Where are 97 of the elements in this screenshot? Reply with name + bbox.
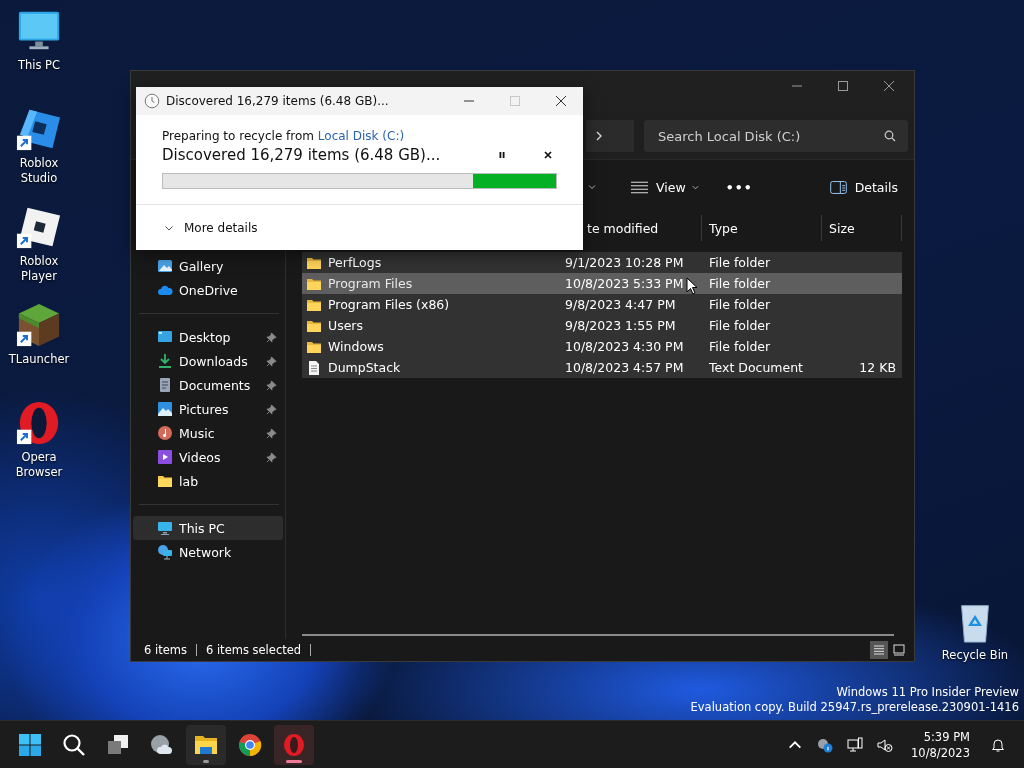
desktop-icon-label[interactable]: This PC	[17, 58, 61, 73]
monitor-icon	[157, 520, 173, 536]
maximize-icon[interactable]	[838, 81, 848, 91]
speaker-muted-icon[interactable]	[877, 736, 894, 753]
type-cell: File folder	[709, 276, 771, 291]
details-pane-button[interactable]: Details	[823, 175, 904, 199]
file-row[interactable]: PerfLogs 9/1/2023 10:28 PM File folder	[302, 252, 902, 273]
list-icon	[873, 644, 885, 656]
network-icon	[157, 544, 173, 560]
date-modified-cell: 9/8/2023 4:47 PM	[565, 297, 676, 312]
desktop-icon-label[interactable]: Roblox Player	[1, 254, 77, 284]
text-file-icon	[306, 359, 322, 376]
side-panel-icon	[829, 180, 847, 194]
type-cell: File folder	[709, 297, 771, 312]
network-icon[interactable]	[847, 736, 864, 753]
pause-icon[interactable]	[497, 150, 507, 160]
navigation-item[interactable]: Downloads	[133, 349, 283, 373]
video-icon	[157, 449, 173, 465]
file-name: PerfLogs	[328, 255, 382, 270]
navigation-item[interactable]: OneDrive	[133, 278, 283, 302]
clock[interactable]: 5:39 PM 10/8/2023	[911, 728, 970, 761]
search-field[interactable]: Search Local Disk (C:)	[644, 120, 908, 152]
more-options-button[interactable]: •••	[719, 175, 759, 199]
navigation-item[interactable]: Gallery	[133, 254, 283, 278]
desktop-icon-label[interactable]: TLauncher	[8, 352, 70, 367]
clock-icon	[144, 93, 160, 109]
progress-status: Discovered 16,279 items (6.48 GB)...	[162, 146, 442, 164]
windows-logo-icon	[18, 732, 42, 757]
more-details-button[interactable]: More details	[162, 218, 260, 237]
chevron-down-icon[interactable]	[587, 182, 597, 192]
navigation-item[interactable]: Desktop	[133, 325, 283, 349]
date-modified-cell: 9/1/2023 10:28 PM	[565, 255, 684, 270]
navigation-item[interactable]: Network	[133, 540, 283, 564]
close-icon[interactable]	[556, 96, 566, 106]
build-notice-text: Evaluation copy. Build 25947.rs_prerelease.230901-1416	[690, 700, 1019, 715]
file-name: Program Files (x86)	[328, 297, 450, 312]
file-row[interactable]: Program Files (x86) 9/8/2023 4:47 PM File folder	[302, 294, 902, 315]
close-icon[interactable]	[543, 150, 553, 160]
ring-icon	[282, 732, 306, 757]
desktop-icon-label[interactable]: Roblox Studio	[1, 156, 77, 186]
file-row[interactable]: Windows 10/8/2023 4:30 PM File folder	[302, 336, 902, 357]
download-arrow-icon	[157, 353, 173, 369]
file-row[interactable]: DumpStack 10/8/2023 4:57 PM Text Document 12 KB	[302, 357, 902, 378]
music-note-icon	[157, 425, 173, 441]
date-modified-cell: 9/8/2023 1:55 PM	[565, 318, 676, 333]
close-icon[interactable]	[884, 81, 894, 91]
navigation-item[interactable]: lab	[133, 469, 283, 493]
type-cell: File folder	[709, 255, 771, 270]
file-explorer-button[interactable]	[186, 724, 226, 765]
file-row[interactable]: Users 9/8/2023 1:55 PM File folder	[302, 315, 902, 336]
local-disk-link[interactable]: Local Disk (C:)	[317, 129, 405, 143]
size-cell: 12 KB	[859, 360, 896, 375]
source-text: Preparing to recycle from Local Disk (C:)	[162, 129, 406, 143]
large-icons-icon	[893, 644, 905, 656]
column-header[interactable]: Size	[822, 215, 902, 241]
date-modified-cell: 10/8/2023 5:33 PM	[565, 276, 684, 291]
date-modified-cell: 10/8/2023 4:57 PM	[565, 360, 684, 375]
search-icon	[884, 130, 896, 142]
cloud-info-icon[interactable]	[817, 736, 834, 753]
view-button[interactable]: View	[625, 175, 706, 199]
selection-count: 6 items selected	[205, 643, 302, 657]
navigation-item[interactable]: Pictures	[133, 397, 283, 421]
type-cell: File folder	[709, 339, 771, 354]
column-header[interactable]: Type	[702, 215, 822, 241]
dialog-title: Discovered 16,279 items (6.48 GB)...	[166, 94, 390, 108]
document-icon	[157, 377, 173, 393]
chevron-right-icon	[594, 131, 604, 141]
lines-icon	[631, 180, 648, 194]
navigation-item[interactable]: Videos	[133, 445, 283, 469]
navigation-item[interactable]: This PC	[133, 516, 283, 540]
chrome-logo-icon	[238, 732, 262, 757]
navigation-item[interactable]: Documents	[133, 373, 283, 397]
monitor-icon	[157, 329, 173, 345]
tiles-view-button[interactable]	[890, 641, 908, 659]
search-icon	[62, 732, 86, 757]
file-name: DumpStack	[328, 360, 401, 375]
mouse-cursor-icon	[686, 277, 698, 295]
weather-cloud-icon	[150, 732, 174, 757]
navigation-item[interactable]: Music	[133, 421, 283, 445]
file-name: Windows	[328, 339, 384, 354]
picture-icon	[157, 401, 173, 417]
item-count: 6 items	[144, 643, 187, 657]
type-cell: File folder	[709, 318, 771, 333]
date-modified-cell: 10/8/2023 4:30 PM	[565, 339, 684, 354]
file-name: Program Files	[328, 276, 413, 291]
picture-icon	[157, 258, 173, 274]
desktop-icon-label[interactable]: Recycle Bin	[941, 648, 1009, 663]
desktop-icon-label[interactable]: Opera Browser	[1, 450, 77, 480]
opera-button[interactable]	[274, 724, 314, 765]
details-view-button[interactable]	[870, 641, 888, 659]
file-row[interactable]: Program Files 10/8/2023 5:33 PM File folder	[302, 273, 902, 294]
type-cell: Text Document	[709, 360, 803, 375]
build-notice-text: Windows 11 Pro Insider Preview	[836, 685, 1019, 700]
folder-icon	[157, 473, 173, 489]
task-view-icon	[106, 732, 130, 757]
bell-icon[interactable]	[990, 736, 1006, 753]
file-name: Users	[328, 318, 363, 333]
